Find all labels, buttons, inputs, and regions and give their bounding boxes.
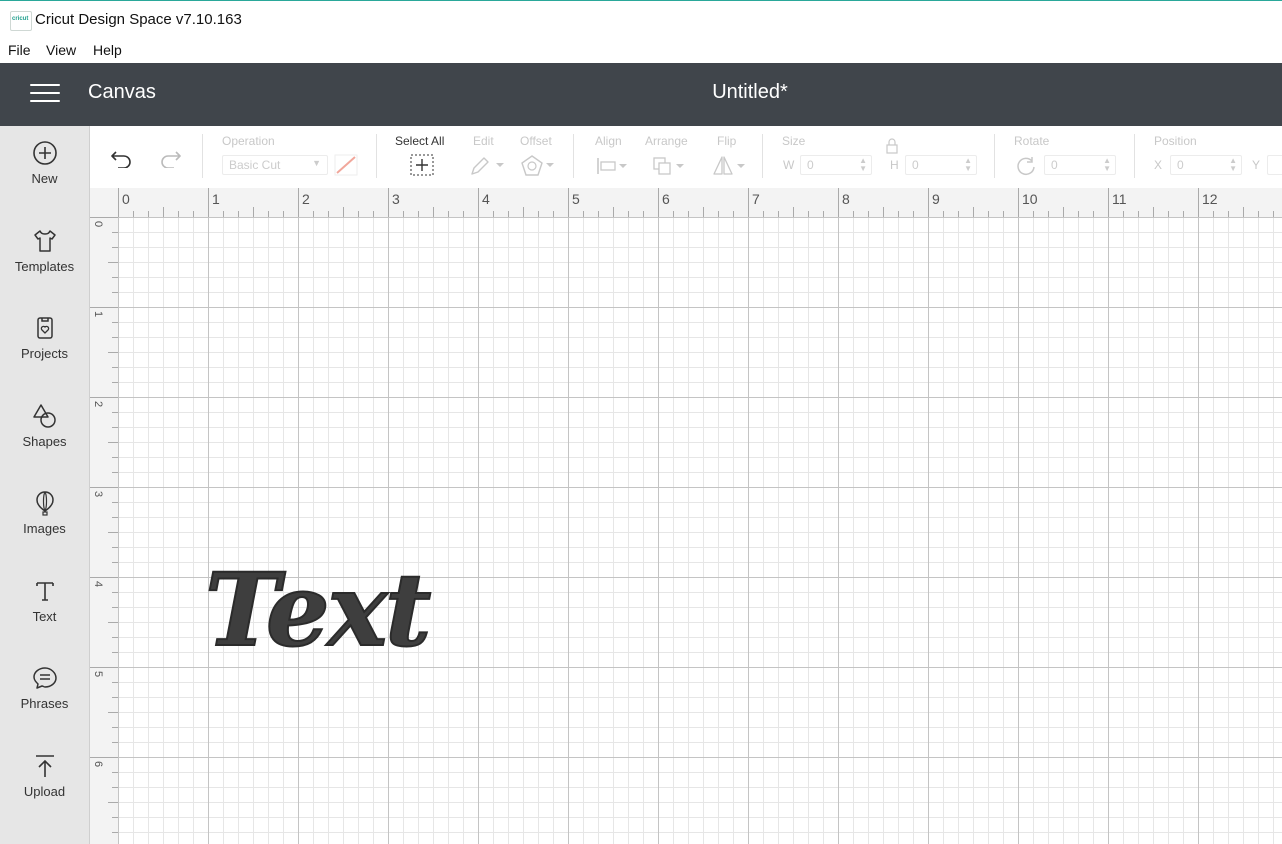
- y-label: Y: [1252, 158, 1261, 172]
- menu-help[interactable]: Help: [93, 42, 122, 58]
- width-input[interactable]: 0 ▲ ▼: [800, 155, 872, 175]
- rotate-icon[interactable]: [1014, 155, 1038, 177]
- offset-label: Offset: [520, 134, 552, 148]
- ruler-number: 6: [662, 191, 670, 207]
- size-label: Size: [782, 134, 806, 148]
- cricut-logo-icon: cricut: [10, 11, 32, 31]
- sidebar-item-label: Shapes: [22, 434, 67, 449]
- menu-view[interactable]: View: [46, 42, 76, 58]
- ruler-number: 7: [752, 191, 760, 207]
- sidebar-item-label: Images: [23, 521, 66, 536]
- document-title-wrap: Untitled*: [0, 81, 1282, 104]
- edit-pencil-icon[interactable]: [468, 155, 510, 177]
- ruler-number: 3: [392, 191, 400, 207]
- text-icon: [36, 582, 54, 601]
- projects-icon: [37, 317, 53, 339]
- flip-label: Flip: [717, 134, 737, 148]
- menu-bar: File View Help: [0, 38, 1282, 62]
- ruler-number: 3: [92, 491, 104, 498]
- ruler-number: 2: [92, 401, 104, 408]
- menu-file[interactable]: File: [8, 42, 31, 58]
- arrange-label: Arrange: [645, 134, 688, 148]
- rotate-input[interactable]: 0 ▲ ▼: [1044, 155, 1116, 175]
- app-header: Canvas Untitled*: [0, 63, 1282, 126]
- select-all-label: Select All: [395, 134, 445, 148]
- window-title: Cricut Design Space v7.10.163: [35, 11, 242, 28]
- ruler-number: 4: [482, 191, 490, 207]
- speech-bubble-icon: [33, 667, 57, 689]
- ruler-number: 6: [92, 761, 104, 768]
- sidebar-item-images[interactable]: Images: [0, 490, 89, 570]
- canvas-text-object[interactable]: Text: [204, 559, 432, 661]
- document-title[interactable]: Untitled*: [712, 81, 788, 104]
- x-label: X: [1154, 158, 1163, 172]
- sidebar-item-shapes[interactable]: Shapes: [0, 403, 89, 483]
- operation-select[interactable]: Basic Cut ▼: [222, 155, 328, 175]
- undo-icon[interactable]: [110, 148, 134, 168]
- redo-icon[interactable]: [158, 148, 182, 168]
- sidebar-item-label: Templates: [14, 259, 75, 274]
- x-input[interactable]: 0 ▲ ▼: [1170, 155, 1242, 175]
- select-all-icon[interactable]: [410, 154, 434, 176]
- shapes-icon: [33, 404, 56, 428]
- rotate-label: Rotate: [1014, 134, 1050, 148]
- ruler-number: 4: [92, 581, 104, 588]
- shirt-icon: [34, 230, 56, 252]
- sidebar-item-phrases[interactable]: Phrases: [0, 665, 89, 745]
- ruler-number: 1: [212, 191, 220, 207]
- height-input[interactable]: 0 ▲ ▼: [905, 155, 977, 175]
- ruler-number: 11: [1112, 191, 1127, 207]
- sidebar-item-label: New: [31, 171, 58, 186]
- ruler-number: 5: [92, 671, 104, 678]
- ruler-number: 0: [92, 221, 104, 228]
- sidebar-item-templates[interactable]: Templates: [0, 228, 89, 308]
- ruler-number: 10: [1022, 191, 1038, 207]
- horizontal-ruler-ticks: [118, 188, 1274, 217]
- ruler-number: 1: [92, 311, 104, 318]
- upload-icon: [36, 755, 54, 777]
- ruler-number: 8: [842, 191, 850, 207]
- window-title-bar: cricut Cricut Design Space v7.10.163: [0, 0, 1282, 38]
- align-icon[interactable]: [595, 155, 631, 177]
- sidebar-item-upload[interactable]: Upload: [0, 753, 89, 833]
- flip-icon[interactable]: [712, 154, 748, 178]
- edit-toolbar: Operation Basic Cut ▼ Select All Edit Off…: [90, 126, 1282, 189]
- ruler-number: 9: [932, 191, 940, 207]
- edit-label: Edit: [473, 134, 494, 148]
- plus-circle-icon: [33, 141, 57, 165]
- lock-icon[interactable]: [885, 138, 899, 154]
- canvas-grid: [118, 217, 1282, 844]
- sidebar-item-label: Text: [32, 609, 57, 624]
- position-label: Position: [1154, 134, 1197, 148]
- arrange-icon[interactable]: [652, 155, 688, 177]
- height-label: H: [890, 158, 899, 172]
- sidebar-item-label: Upload: [23, 784, 66, 799]
- ruler-number: 2: [302, 191, 310, 207]
- width-label: W: [783, 158, 795, 172]
- design-canvas[interactable]: [118, 217, 1282, 844]
- balloon-icon: [36, 491, 54, 516]
- ruler-number: 5: [572, 191, 580, 207]
- operation-color-swatch[interactable]: [334, 154, 358, 176]
- horizontal-ruler: 0 1 2 3 4 5 6 7 8 9 10 11 12: [90, 188, 1282, 218]
- ruler-number: 0: [122, 191, 130, 207]
- sidebar-item-new[interactable]: New: [0, 140, 89, 220]
- ruler-number: 12: [1202, 191, 1218, 207]
- sidebar-item-label: Projects: [21, 346, 68, 361]
- sidebar-item-projects[interactable]: Projects: [0, 315, 89, 395]
- y-input[interactable]: [1267, 155, 1282, 175]
- offset-icon[interactable]: [520, 154, 560, 178]
- sidebar-item-text[interactable]: Text: [0, 578, 89, 658]
- left-sidebar: New Templates Projects Shapes Images Tex…: [0, 126, 90, 844]
- operation-label: Operation: [222, 134, 275, 148]
- sidebar-item-label: Phrases: [20, 696, 69, 711]
- vertical-ruler: 0 1 2 3 4 5 6: [90, 217, 119, 844]
- align-label: Align: [595, 134, 622, 148]
